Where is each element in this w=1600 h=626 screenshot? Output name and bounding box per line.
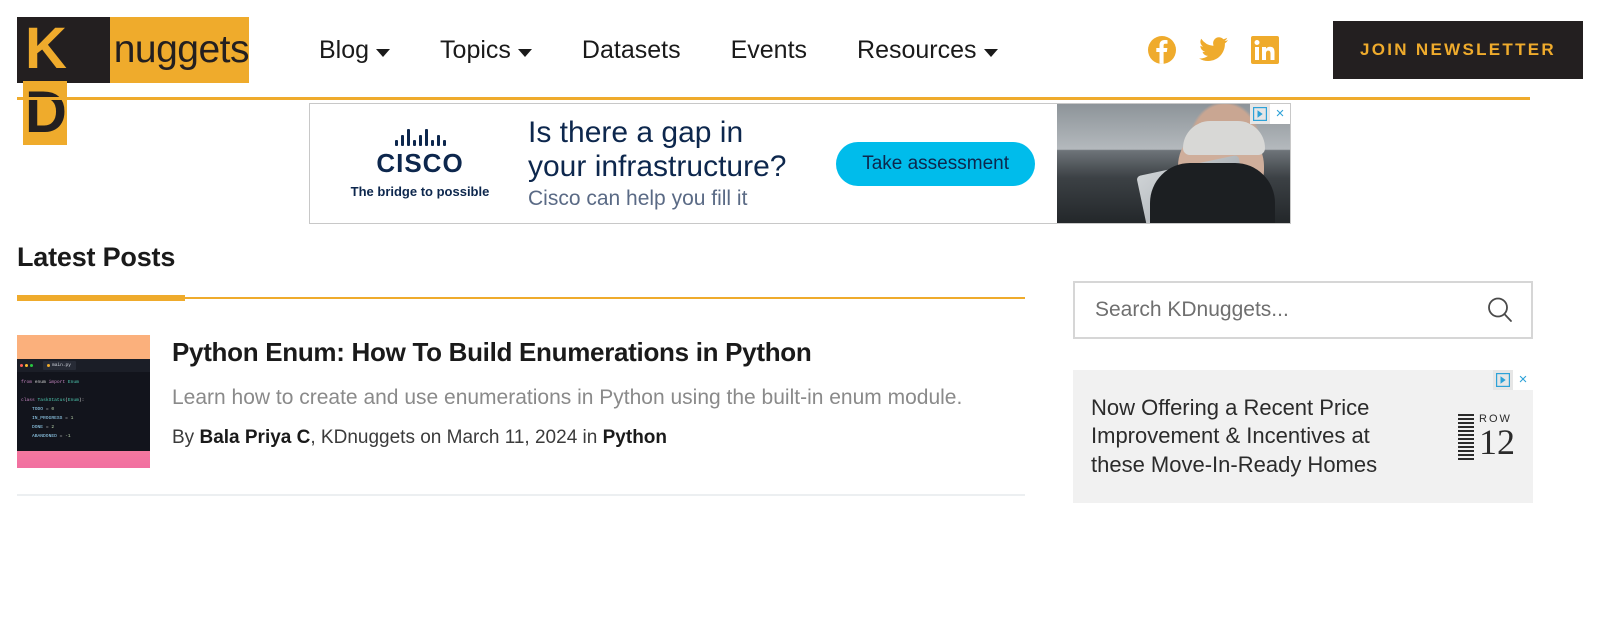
nav-label-resources: Resources: [857, 36, 977, 65]
logo-letter-k: K: [25, 16, 65, 81]
row12-logo: ROW 12: [1458, 414, 1515, 460]
chevron-down-icon: [984, 49, 998, 57]
editor-tab-filename: main.py: [43, 361, 76, 370]
editor-code: from enum import Enum class TaskStatus(E…: [17, 372, 150, 441]
post-thumbnail[interactable]: main.py from enum import Enum class Task…: [17, 335, 150, 468]
post-body: Python Enum: How To Build Enumerations i…: [172, 335, 962, 468]
byline-in-word: in: [583, 427, 598, 448]
cisco-logo: CISCO The bridge to possible: [320, 128, 520, 199]
chevron-down-icon: [376, 49, 390, 57]
ad-left-block: CISCO The bridge to possible Is there a …: [310, 104, 806, 223]
nav-item-datasets[interactable]: Datasets: [557, 36, 706, 65]
row12-text: ROW 12: [1479, 414, 1515, 459]
join-newsletter-button[interactable]: JOIN NEWSLETTER: [1333, 21, 1583, 79]
window-maximize-dot: [30, 364, 33, 367]
nav-label-topics: Topics: [440, 36, 511, 65]
kdnuggets-logo[interactable]: KD nuggets: [17, 17, 249, 83]
nav-label-events: Events: [731, 36, 807, 65]
cisco-bars-icon: [320, 128, 520, 146]
site-header: KD nuggets Blog Topics Datasets Events R…: [0, 0, 1600, 100]
ad-photo-person: [1183, 121, 1265, 155]
post-description: Learn how to create and use enumerations…: [172, 384, 962, 411]
nav-item-blog[interactable]: Blog: [294, 36, 415, 65]
search-input[interactable]: [1095, 298, 1485, 322]
row12-bars-icon: [1458, 414, 1474, 460]
sidebar-column: Now Offering a Recent Price Improvement …: [1073, 224, 1533, 503]
byline-prefix: By: [172, 427, 194, 448]
nav-label-blog: Blog: [319, 36, 369, 65]
logo-letter-d: D: [23, 81, 67, 145]
twitter-icon[interactable]: [1199, 37, 1229, 63]
page-title: Latest Posts: [17, 224, 1025, 273]
ad-cta-wrap: Take assessment: [806, 104, 1057, 223]
content-column: Latest Posts main.py from enum import En…: [17, 224, 1025, 503]
post-byline: By Bala Priya C, KDnuggets on March 11, …: [172, 427, 962, 449]
post-category-link[interactable]: Python: [603, 427, 667, 448]
sidebar-ad-controls: ×: [1493, 370, 1533, 390]
thumbnail-top-band: [17, 335, 150, 359]
byline-source: , KDnuggets on: [310, 427, 441, 448]
cisco-tagline: The bridge to possible: [320, 184, 520, 199]
ad-photo-tablet: [1136, 155, 1249, 224]
logo-kd-mark: KD: [17, 17, 110, 83]
post-date: March 11, 2024: [447, 427, 578, 448]
post-list-item: main.py from enum import Enum class Task…: [17, 301, 1025, 496]
window-close-dot: [20, 364, 23, 367]
cisco-banner-ad[interactable]: CISCO The bridge to possible Is there a …: [309, 103, 1291, 224]
chevron-down-icon: [518, 49, 532, 57]
row12-number: 12: [1479, 425, 1515, 459]
main-area: Latest Posts main.py from enum import En…: [0, 224, 1600, 503]
nav-label-datasets: Datasets: [582, 36, 681, 65]
window-minimize-dot: [25, 364, 28, 367]
facebook-icon[interactable]: [1147, 35, 1177, 65]
post-title-link[interactable]: Python Enum: How To Build Enumerations i…: [172, 337, 962, 368]
post-author-link[interactable]: Bala Priya C: [199, 427, 310, 448]
cisco-wordmark: CISCO: [320, 148, 520, 179]
search-icon[interactable]: [1485, 295, 1515, 325]
linkedin-icon[interactable]: [1251, 36, 1279, 64]
editor-titlebar: main.py: [17, 359, 150, 372]
header-right-group: JOIN NEWSLETTER: [1147, 21, 1583, 79]
ad-copy: Is there a gap in your infrastructure? C…: [520, 116, 786, 211]
close-icon[interactable]: ×: [1270, 104, 1290, 124]
sidebar-ad[interactable]: Now Offering a Recent Price Improvement …: [1073, 370, 1533, 503]
nav-item-events[interactable]: Events: [706, 36, 832, 65]
search-box[interactable]: [1073, 281, 1533, 339]
ad-headline-line2: your infrastructure?: [528, 150, 786, 184]
top-ad-container: CISCO The bridge to possible Is there a …: [0, 100, 1600, 224]
adchoices-icon[interactable]: [1250, 104, 1270, 124]
nav-item-topics[interactable]: Topics: [415, 36, 557, 65]
ad-headline-line1: Is there a gap in: [528, 116, 786, 150]
ad-controls: ×: [1250, 104, 1290, 124]
sidebar-ad-text: Now Offering a Recent Price Improvement …: [1091, 394, 1411, 480]
take-assessment-button[interactable]: Take assessment: [836, 142, 1035, 186]
close-icon[interactable]: ×: [1513, 370, 1533, 390]
ad-subline: Cisco can help you fill it: [528, 187, 786, 211]
primary-navigation: Blog Topics Datasets Events Resources: [294, 36, 1023, 65]
section-divider: [17, 295, 1025, 301]
social-links: [1147, 35, 1279, 65]
adchoices-icon[interactable]: [1493, 370, 1513, 390]
thumbnail-code-editor: main.py from enum import Enum class Task…: [17, 359, 150, 451]
logo-nuggets-text: nuggets: [110, 17, 249, 83]
nav-item-resources[interactable]: Resources: [832, 36, 1023, 65]
thumbnail-bottom-band: [17, 451, 150, 468]
